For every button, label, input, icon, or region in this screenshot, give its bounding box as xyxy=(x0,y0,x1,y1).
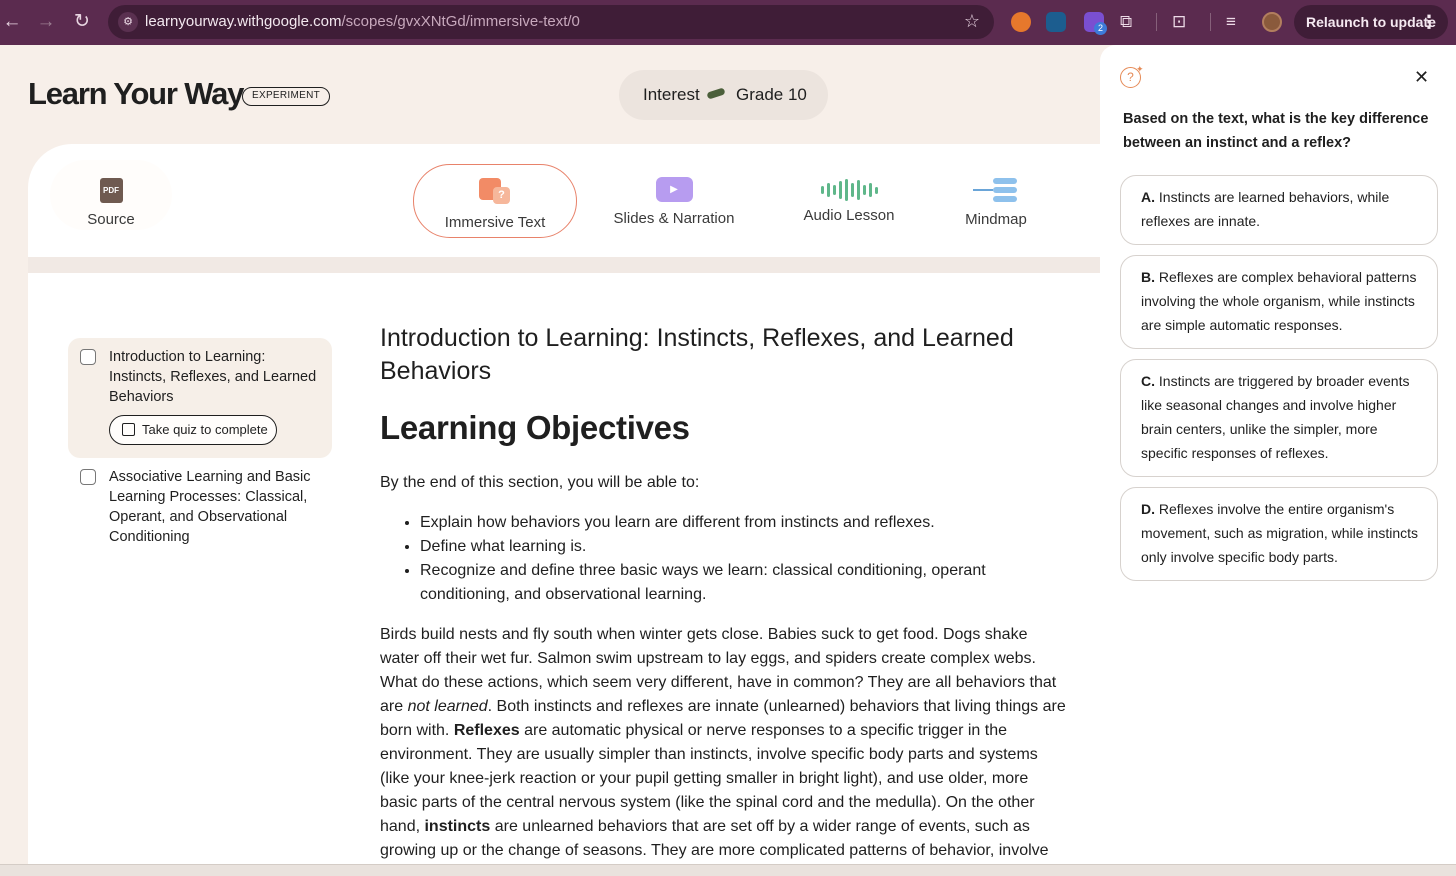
play-icon: ▶ xyxy=(655,177,693,202)
option-text: Reflexes involve the entire organism's m… xyxy=(1141,501,1418,565)
lens-search-icon[interactable]: ⊡ xyxy=(1172,11,1186,33)
extensions-puzzle-icon[interactable]: ⧉ xyxy=(1120,11,1132,33)
immersive-text-icon: ? xyxy=(479,178,511,205)
more-menu-icon[interactable]: ⋮ xyxy=(1420,5,1438,39)
toc-item2-label[interactable]: Associative Learning and Basic Learning … xyxy=(109,467,319,547)
bookmark-star-icon[interactable]: ☆ xyxy=(964,11,980,32)
relaunch-button[interactable]: Relaunch to update ⋮ xyxy=(1294,5,1448,39)
toolbar-divider xyxy=(1210,13,1211,31)
tab-mindmap[interactable]: Mindmap xyxy=(953,164,1039,228)
article-title: Introduction to Learning: Instincts, Ref… xyxy=(380,324,1014,385)
option-letter: C. xyxy=(1141,373,1155,389)
section-heading: Learning Objectives xyxy=(380,409,690,446)
mindmap-icon xyxy=(973,176,1019,204)
term-instincts: instincts xyxy=(424,818,491,835)
quiz-option-d[interactable]: D. Reflexes involve the entire organism'… xyxy=(1120,487,1438,581)
url-path: /scopes/gvxXNtGd/immersive-text/0 xyxy=(341,13,580,30)
skateboard-icon xyxy=(706,87,726,100)
audio-wave-icon xyxy=(820,179,878,201)
url-text[interactable]: learnyourway.withgoogle.com/scopes/gvxXN… xyxy=(145,13,580,30)
bottom-scroll-edge xyxy=(0,864,1456,876)
emphasis-text: not learned xyxy=(407,698,488,715)
quiz-question: Based on the text, what is the key diffe… xyxy=(1123,111,1429,151)
experiment-badge: EXPERIMENT xyxy=(242,87,331,106)
browser-toolbar: ← → ↻ ⚙ learnyourway.withgoogle.com/scop… xyxy=(0,0,1456,45)
objectives-list: Explain how behaviors you learn are diff… xyxy=(420,511,1070,607)
tab-slides-narration[interactable]: ▶ Slides & Narration xyxy=(608,164,740,227)
extension-firefox-like-icon[interactable] xyxy=(1011,12,1031,32)
tab-immersive-label: Immersive Text xyxy=(444,214,546,231)
toc-item2-checkbox[interactable] xyxy=(80,469,96,485)
site-settings-icon[interactable]: ⚙ xyxy=(118,12,138,32)
quiz-icon xyxy=(122,423,135,436)
grade-label: Grade 10 xyxy=(736,85,807,104)
tab-source-label: Source xyxy=(87,211,135,228)
reading-list-icon[interactable]: ≡ xyxy=(1226,11,1236,33)
format-tabs-bar: PDF Source ? Immersive Text ▶ Slides & N… xyxy=(28,144,1100,257)
tab-source[interactable]: PDF Source xyxy=(50,160,172,230)
url-host: learnyourway.withgoogle.com xyxy=(145,13,342,30)
tabs-divider xyxy=(28,257,1100,273)
tab-audio-lesson[interactable]: Audio Lesson xyxy=(788,164,910,224)
article: Introduction to Learning: Instincts, Ref… xyxy=(380,322,1070,863)
pdf-icon: PDF xyxy=(99,178,123,203)
tab-audio-label: Audio Lesson xyxy=(803,207,895,224)
profile-avatar[interactable] xyxy=(1262,12,1282,32)
extension-app-icon[interactable] xyxy=(1046,12,1066,32)
back-icon[interactable]: ← xyxy=(0,10,24,34)
interest-label: Interest xyxy=(643,85,700,104)
option-letter: D. xyxy=(1141,501,1155,517)
extension-badge-count: 2 xyxy=(1094,22,1107,35)
close-icon[interactable]: ✕ xyxy=(1414,67,1429,88)
interest-grade-selector[interactable]: Interest Grade 10 xyxy=(619,70,828,120)
term-reflexes: Reflexes xyxy=(453,722,520,739)
take-quiz-button[interactable]: Take quiz to complete xyxy=(109,415,277,445)
extension-badge-icon[interactable]: 2 xyxy=(1084,12,1107,35)
tab-immersive-text[interactable]: ? Immersive Text xyxy=(413,164,577,238)
quiz-panel: ? ✕ Based on the text, what is the key d… xyxy=(1100,45,1456,864)
option-letter: B. xyxy=(1141,269,1155,285)
list-item: Recognize and define three basic ways we… xyxy=(420,559,1070,607)
reload-icon[interactable]: ↻ xyxy=(70,10,94,34)
toc-item1-label[interactable]: Introduction to Learning: Instincts, Ref… xyxy=(109,347,319,407)
quiz-option-c[interactable]: C. Instincts are triggered by broader ev… xyxy=(1120,359,1438,477)
relaunch-label: Relaunch to update xyxy=(1306,14,1436,30)
toc-item1-checkbox[interactable] xyxy=(80,349,96,365)
address-bar[interactable]: ⚙ learnyourway.withgoogle.com/scopes/gvx… xyxy=(108,5,994,39)
toolbar-divider xyxy=(1156,13,1157,31)
quiz-option-b[interactable]: B. Reflexes are complex behavioral patte… xyxy=(1120,255,1438,349)
quiz-option-a[interactable]: A. Instincts are learned behaviors, whil… xyxy=(1120,175,1438,245)
tab-mindmap-label: Mindmap xyxy=(965,211,1027,228)
option-text: Instincts are triggered by broader event… xyxy=(1141,373,1410,461)
article-paragraph: Birds build nests and fly south when win… xyxy=(380,623,1070,863)
take-quiz-label: Take quiz to complete xyxy=(142,422,268,437)
app-logo[interactable]: Learn Your Way xyxy=(28,76,244,112)
option-letter: A. xyxy=(1141,189,1155,205)
option-text: Reflexes are complex behavioral patterns… xyxy=(1141,269,1417,333)
list-item: Explain how behaviors you learn are diff… xyxy=(420,511,1070,535)
ai-question-icon: ? xyxy=(1120,60,1144,88)
list-item: Define what learning is. xyxy=(420,535,1070,559)
objectives-intro: By the end of this section, you will be … xyxy=(380,474,700,491)
option-text: Instincts are learned behaviors, while r… xyxy=(1141,189,1390,229)
tab-slides-label: Slides & Narration xyxy=(613,210,735,227)
forward-icon[interactable]: → xyxy=(34,10,58,34)
